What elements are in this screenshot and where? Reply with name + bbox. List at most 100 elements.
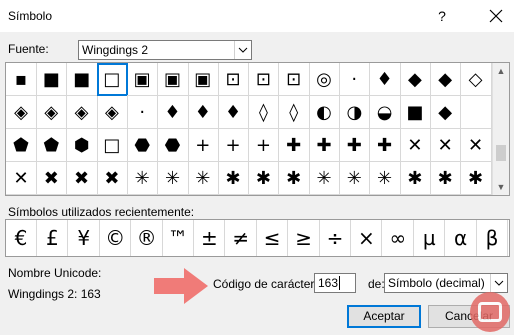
symbol-cell[interactable]: ◇ [460, 63, 492, 96]
symbol-cell[interactable]: ✱ [399, 162, 431, 195]
ok-button[interactable]: Aceptar [347, 305, 421, 328]
symbol-cell[interactable]: ■ [399, 96, 431, 129]
symbol-cell[interactable]: ✚ [369, 129, 401, 162]
symbol-cell[interactable]: ✕ [6, 162, 37, 195]
symbol-cell[interactable]: ✳ [369, 162, 401, 195]
symbol-grid-cells: ▪ ■ ■ □ ▣ ▣ ▣ ⊡ ⊡ ⊡ ◎ · ♦ ◆ ◆ ◇ ◈ ◈ ◈ ◈ · ♦ ♦ ♦ ◊ ◊ ◐ ◑ ◒ ■ ◆ ⬟ ⬟ ⬢ □ ⬣ ⬣ + + +… [6, 63, 492, 195]
symbol-cell[interactable]: ✕ [460, 129, 492, 162]
symbol-cell[interactable]: ✳ [339, 162, 371, 195]
symbol-cell[interactable]: ◊ [278, 96, 310, 129]
symbol-cell[interactable]: ◈ [6, 96, 37, 129]
recent-symbol-cell[interactable]: © [100, 220, 132, 256]
symbol-cell[interactable]: ✱ [278, 162, 310, 195]
recent-symbol-cell[interactable]: ≤ [257, 220, 289, 256]
symbol-cell[interactable]: ♦ [218, 96, 250, 129]
symbol-cell[interactable]: ⬟ [36, 129, 68, 162]
symbol-cell[interactable]: ✕ [430, 129, 462, 162]
symbol-cell[interactable]: ✳ [157, 162, 189, 195]
symbol-cell[interactable]: ⬟ [6, 129, 37, 162]
symbol-cell[interactable]: ✚ [278, 129, 310, 162]
symbol-cell[interactable]: ◒ [369, 96, 401, 129]
symbol-cell[interactable]: ✱ [218, 162, 250, 195]
symbol-cell[interactable]: ✖ [66, 162, 98, 195]
from-label: de: [368, 277, 385, 291]
symbol-cell[interactable]: ♦ [369, 63, 401, 96]
symbol-cell[interactable]: ⊡ [278, 63, 310, 96]
symbol-grid: ▪ ■ ■ □ ▣ ▣ ▣ ⊡ ⊡ ⊡ ◎ · ♦ ◆ ◆ ◇ ◈ ◈ ◈ ◈ · ♦ ♦ ♦ ◊ ◊ ◐ ◑ ◒ ■ ◆ ⬟ ⬟ ⬢ □ ⬣ ⬣ + + +… [5, 62, 510, 196]
symbol-cell[interactable]: ◈ [96, 96, 128, 129]
symbol-cell[interactable]: ✱ [248, 162, 280, 195]
symbol-cell[interactable]: ⬣ [127, 129, 159, 162]
symbol-cell[interactable]: ⊡ [248, 63, 280, 96]
symbol-cell[interactable]: ✖ [96, 162, 128, 195]
recent-symbols-row: € £ ¥ © ® ™ ± ≠ ≤ ≥ ÷ × ∞ µ α β [5, 219, 510, 257]
symbol-cell[interactable]: □ [96, 63, 128, 96]
symbol-cell[interactable]: ◆ [430, 96, 462, 129]
symbol-cell[interactable]: ◊ [248, 96, 280, 129]
recent-symbol-cell[interactable]: β [477, 220, 508, 256]
recent-symbol-cell[interactable]: € [6, 220, 37, 256]
symbol-cell[interactable]: ♦ [187, 96, 219, 129]
from-value: Símbolo (decimal) [388, 276, 485, 290]
symbol-cell[interactable]: ◈ [66, 96, 98, 129]
scroll-down-icon[interactable]: ▼ [496, 182, 506, 192]
symbol-cell[interactable]: ■ [36, 63, 68, 96]
symbol-cell[interactable]: ✱ [430, 162, 462, 195]
char-code-input[interactable]: 163 [314, 273, 356, 293]
symbol-cell[interactable]: ■ [66, 63, 98, 96]
symbol-cell[interactable] [460, 96, 492, 129]
symbol-cell[interactable]: ✕ [399, 129, 431, 162]
symbol-cell[interactable]: □ [96, 129, 128, 162]
symbol-cell[interactable]: ◑ [339, 96, 371, 129]
recent-symbol-cell[interactable]: × [351, 220, 383, 256]
recent-symbol-cell[interactable]: ™ [163, 220, 194, 256]
recent-symbol-cell[interactable]: ∞ [383, 220, 414, 256]
symbol-cell[interactable]: ◐ [309, 96, 340, 129]
symbol-cell[interactable]: ✳ [187, 162, 219, 195]
recent-symbol-cell[interactable]: µ [414, 220, 446, 256]
symbol-cell[interactable]: + [218, 129, 250, 162]
symbol-cell[interactable]: ♦ [157, 96, 189, 129]
symbol-cell[interactable]: ◆ [399, 63, 431, 96]
recent-symbol-cell[interactable]: ® [132, 220, 163, 256]
symbol-cell[interactable]: ✱ [460, 162, 492, 195]
recent-symbol-cell[interactable]: ¥ [69, 220, 100, 256]
from-dropdown[interactable]: Símbolo (decimal) [384, 273, 508, 293]
chevron-down-icon[interactable] [490, 274, 507, 292]
symbol-cell[interactable]: ▣ [157, 63, 189, 96]
symbol-cell[interactable]: · [339, 63, 371, 96]
recent-symbol-cell[interactable]: £ [37, 220, 69, 256]
font-dropdown[interactable]: Wingdings 2 [78, 40, 252, 60]
symbol-cell[interactable]: + [187, 129, 219, 162]
symbol-cell[interactable]: ▣ [187, 63, 219, 96]
recent-symbol-cell[interactable]: ≥ [289, 220, 320, 256]
char-code-value: 163 [318, 276, 339, 290]
symbol-cell[interactable]: ✳ [309, 162, 340, 195]
text-caret [339, 276, 340, 290]
symbol-cell[interactable]: ▪ [6, 63, 37, 96]
recent-symbol-cell[interactable]: ± [194, 220, 226, 256]
symbol-cell[interactable]: ✚ [339, 129, 371, 162]
scroll-thumb[interactable] [496, 145, 506, 161]
help-button[interactable]: ? [432, 6, 452, 26]
symbol-cell[interactable]: ✚ [309, 129, 340, 162]
symbol-cell[interactable]: · [127, 96, 159, 129]
recent-symbol-cell[interactable]: ÷ [320, 220, 351, 256]
symbol-cell[interactable]: ✳ [127, 162, 159, 195]
symbol-cell[interactable]: ◆ [430, 63, 462, 96]
symbol-cell[interactable]: ⊡ [218, 63, 250, 96]
symbol-cell[interactable]: ⬣ [157, 129, 189, 162]
chevron-down-icon[interactable] [234, 41, 251, 59]
symbol-cell[interactable]: ▣ [127, 63, 159, 96]
symbol-cell[interactable]: ◈ [36, 96, 68, 129]
symbol-cell[interactable]: ✖ [36, 162, 68, 195]
title-bar: Símbolo ? [0, 0, 514, 32]
recent-symbol-cell[interactable]: α [446, 220, 477, 256]
symbol-cell[interactable]: ◎ [309, 63, 340, 96]
grid-scrollbar[interactable]: ▲ ▼ [492, 63, 509, 195]
close-button[interactable] [484, 4, 508, 28]
symbol-cell[interactable]: ⬢ [66, 129, 98, 162]
recent-symbol-cell[interactable]: ≠ [226, 220, 257, 256]
scroll-up-icon[interactable]: ▲ [496, 66, 506, 76]
symbol-cell[interactable]: + [248, 129, 280, 162]
